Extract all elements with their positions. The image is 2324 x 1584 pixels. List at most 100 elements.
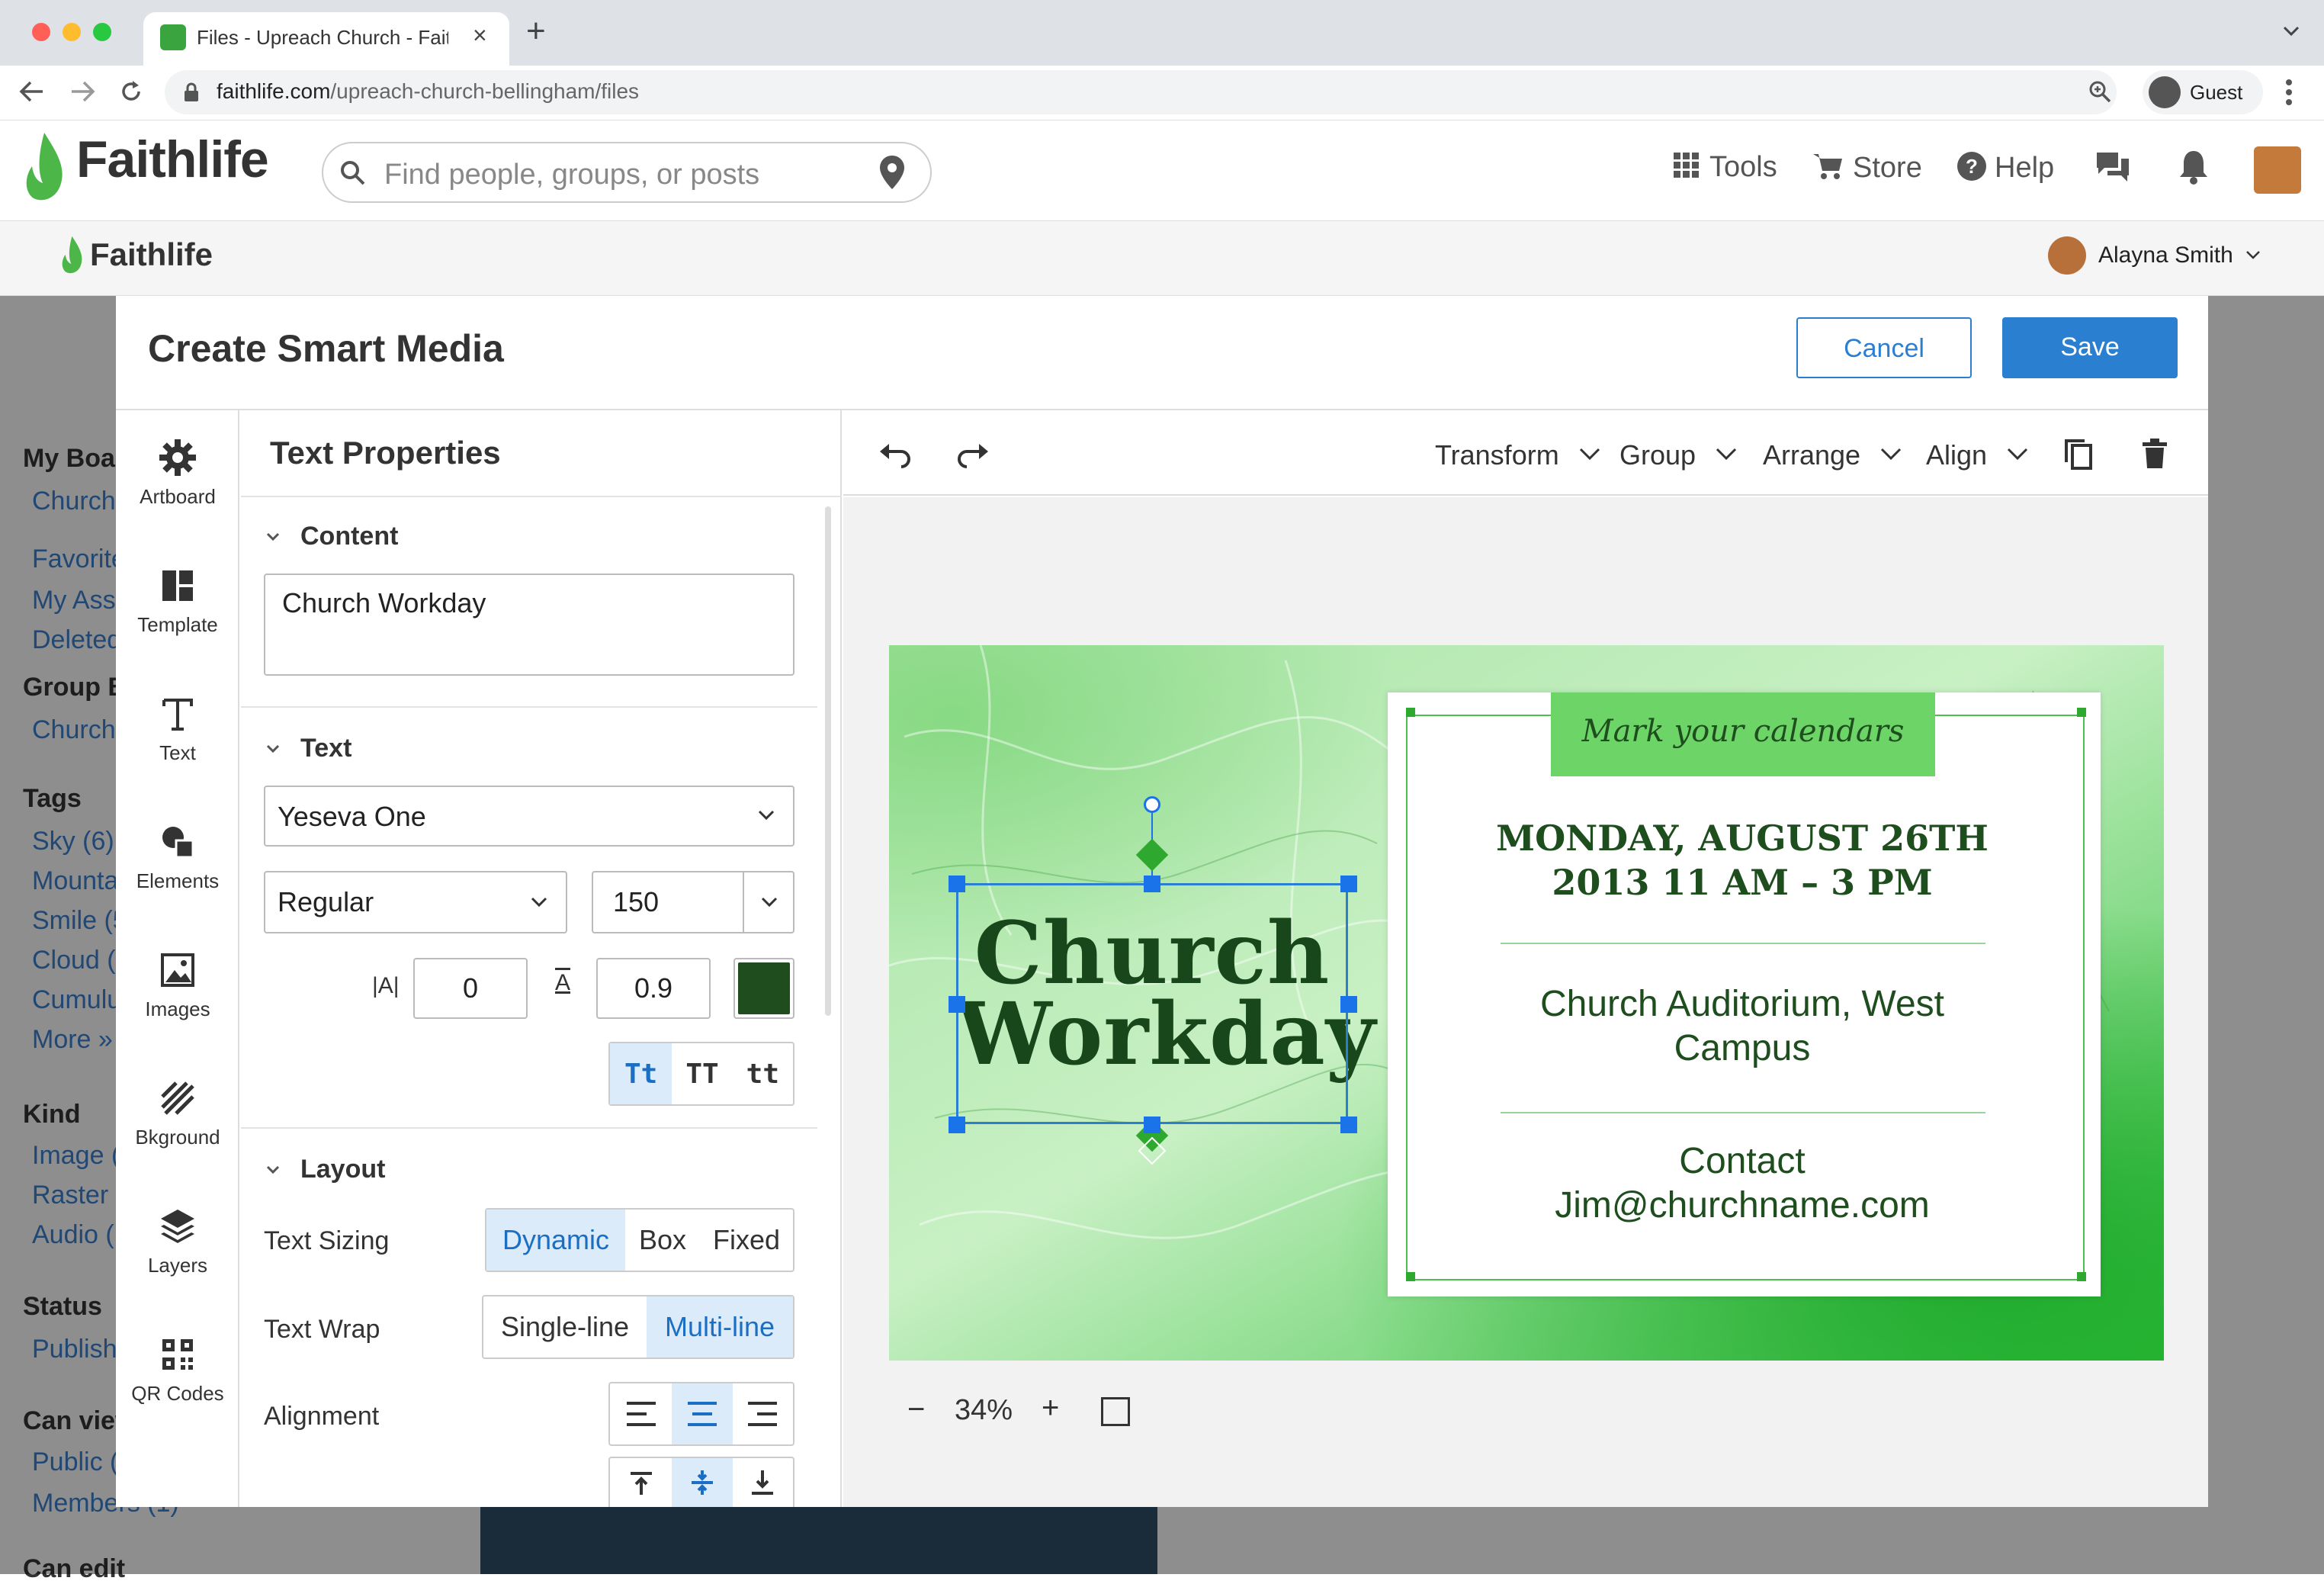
help-menu[interactable]: ? Help (1956, 151, 2054, 185)
rail-background[interactable]: Bkground (116, 1078, 239, 1149)
faithlife-sub-logo[interactable]: Faithlife (90, 236, 213, 273)
faithlife-small-flame-icon (59, 235, 85, 276)
event-contact-text[interactable]: Contact Jim@churchname.com (1449, 1139, 2036, 1228)
minimize-window-button[interactable] (63, 23, 81, 41)
chevron-down-icon (266, 532, 280, 541)
transform-menu[interactable]: Transform (1435, 439, 1600, 471)
qr-code-icon (162, 1339, 193, 1370)
selection-box (956, 883, 1348, 1124)
tools-menu[interactable]: Tools (1673, 151, 1777, 184)
zoom-lens-icon[interactable] (2088, 79, 2112, 104)
rail-elements[interactable]: Elements (116, 822, 239, 893)
template-icon (162, 570, 193, 601)
store-menu[interactable]: Store (1812, 151, 1922, 185)
user-avatar[interactable] (2254, 146, 2301, 194)
duplicate-icon[interactable] (2063, 438, 2094, 471)
close-window-button[interactable] (32, 23, 50, 41)
rail-text[interactable]: Text (116, 694, 239, 765)
case-lower-option[interactable]: tt (733, 1043, 793, 1104)
align-bottom-button[interactable] (733, 1458, 793, 1507)
align-middle-button[interactable] (672, 1458, 733, 1507)
notifications-bell-icon[interactable] (2178, 148, 2210, 185)
browser-tab[interactable]: Files - Upreach Church - Faithl × (143, 12, 509, 66)
arrange-label: Arrange (1763, 439, 1861, 471)
rail-label: Artboard (140, 485, 216, 508)
resize-handle-tr[interactable] (1340, 876, 1357, 892)
case-upper-option[interactable]: TT (672, 1043, 732, 1104)
sizing-box-option[interactable]: Box (625, 1210, 700, 1271)
messages-icon[interactable] (2094, 149, 2132, 185)
event-date-text[interactable]: MONDAY, AUGUST 26TH 2013 11 AM – 3 PM (1449, 816, 2036, 904)
text-section-header[interactable]: Text (265, 734, 351, 763)
cancel-button[interactable]: Cancel (1796, 317, 1972, 378)
rail-layers[interactable]: Layers (116, 1206, 239, 1277)
align-menu[interactable]: Align (1926, 439, 2028, 471)
event-location-text[interactable]: Church Auditorium, West Campus (1449, 982, 2036, 1071)
resize-handle-l[interactable] (949, 996, 965, 1013)
wrap-single-line-option[interactable]: Single-line (483, 1296, 647, 1357)
layout-section-header[interactable]: Layout (265, 1155, 385, 1184)
account-avatar[interactable] (2048, 236, 2086, 275)
rotate-handle[interactable] (1144, 796, 1160, 813)
wrap-multi-line-option[interactable]: Multi-line (647, 1296, 793, 1357)
rail-images[interactable]: Images (116, 950, 239, 1021)
rail-artboard[interactable]: Artboard (116, 438, 239, 509)
lock-icon[interactable] (183, 82, 200, 102)
font-family-select[interactable]: Yeseva One (264, 786, 794, 847)
text-color-swatch[interactable] (733, 958, 794, 1019)
panel-scrollbar[interactable] (825, 506, 831, 1016)
resize-handle-t[interactable] (1144, 876, 1160, 892)
time-line: 2013 11 AM – 3 PM (1552, 862, 1933, 903)
undo-icon[interactable] (878, 441, 912, 468)
content-textarea[interactable]: Church Workday (264, 574, 794, 676)
font-size-combobox[interactable]: 150 (592, 871, 794, 933)
trash-icon[interactable] (2141, 438, 2168, 470)
line-height-input[interactable]: 0.9 (596, 958, 711, 1019)
profile-button[interactable]: Guest (2143, 70, 2263, 114)
font-weight-select[interactable]: Regular (264, 871, 567, 933)
zoom-out-button[interactable]: − (907, 1393, 925, 1427)
new-tab-button[interactable]: + (526, 12, 546, 50)
resize-handle-r[interactable] (1340, 996, 1357, 1013)
arrange-menu[interactable]: Arrange (1763, 439, 1902, 471)
align-center-button[interactable] (672, 1383, 733, 1444)
sizing-dynamic-option[interactable]: Dynamic (486, 1210, 625, 1271)
reload-icon[interactable] (117, 78, 145, 105)
letter-spacing-input[interactable]: 0 (413, 958, 528, 1019)
shapes-icon (162, 827, 194, 859)
maximize-window-button[interactable] (93, 23, 111, 41)
align-top-button[interactable] (610, 1458, 672, 1507)
help-label: Help (1995, 152, 2055, 184)
resize-handle-bl[interactable] (949, 1117, 965, 1133)
save-button[interactable]: Save (2002, 317, 2178, 378)
forward-arrow-icon[interactable] (67, 78, 98, 105)
resize-handle-b[interactable] (1144, 1117, 1160, 1133)
close-tab-icon[interactable]: × (473, 21, 487, 50)
location-pin-icon[interactable] (878, 154, 906, 191)
site-search-input[interactable]: Find people, groups, or posts (322, 142, 932, 203)
url-text[interactable]: faithlife.com/upreach-church-bellingham/… (217, 79, 639, 104)
fit-to-screen-icon[interactable] (1101, 1397, 1130, 1426)
chevron-down-icon[interactable] (761, 897, 778, 908)
case-title-option[interactable]: Tt (610, 1043, 672, 1104)
guest-avatar-icon (2149, 76, 2181, 108)
content-section-header[interactable]: Content (265, 522, 398, 551)
back-arrow-icon[interactable] (17, 78, 47, 105)
resize-handle-br[interactable] (1340, 1117, 1357, 1133)
align-right-button[interactable] (733, 1383, 793, 1444)
faithlife-logo[interactable]: Faithlife (76, 130, 269, 189)
resize-handle-tl[interactable] (949, 876, 965, 892)
group-menu[interactable]: Group (1619, 439, 1737, 471)
rail-qr-codes[interactable]: QR Codes (116, 1335, 239, 1406)
browser-menu-icon[interactable] (2284, 78, 2294, 107)
divider (241, 496, 842, 497)
align-left-button[interactable] (610, 1383, 672, 1444)
rail-template[interactable]: Template (116, 566, 239, 637)
account-menu[interactable]: Alayna Smith (2098, 243, 2261, 268)
zoom-in-button[interactable]: + (1042, 1391, 1059, 1425)
divider (241, 1127, 817, 1129)
tab-search-chevron-icon[interactable] (2280, 20, 2303, 43)
redo-icon[interactable] (956, 441, 990, 468)
chevron-down-icon (2008, 448, 2028, 460)
sizing-fixed-option[interactable]: Fixed (700, 1210, 793, 1271)
